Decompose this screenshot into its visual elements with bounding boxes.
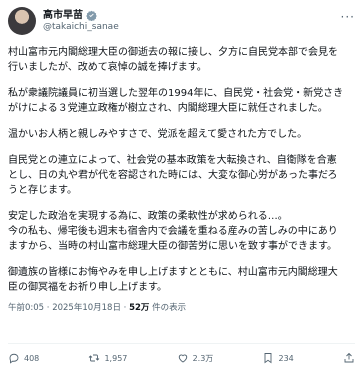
reply-button[interactable]: 408 bbox=[8, 352, 39, 364]
reply-icon bbox=[9, 353, 19, 364]
like-button[interactable]: 2.3万 bbox=[177, 352, 214, 364]
tweet-paragraph-3: 温かいお人柄と親しみやすさで、党派を超えて愛された方でした。 bbox=[8, 129, 308, 140]
tweet-card: 高市早苗 @takaichi_sanae ··· 村山富市元内閣総理大臣の御逝去… bbox=[0, 0, 363, 373]
share-icon[interactable] bbox=[343, 352, 355, 364]
bookmark-button[interactable]: 234 bbox=[262, 352, 294, 364]
tweet-paragraph-4: 自民党との連立によって、社会党の基本政策を大転換され、自衛隊を合憲 とし、日の丸… bbox=[8, 155, 338, 196]
like-count: 2.3万 bbox=[192, 353, 214, 363]
tweet-paragraph-6: 御遺族の皆様にお悔やみを申し上げますとともに、村山富市元内閣総理大 臣の御冥福を… bbox=[8, 267, 338, 293]
verified-badge-icon bbox=[86, 10, 97, 21]
bookmark-count: 234 bbox=[278, 353, 294, 363]
bookmark-icon bbox=[265, 353, 272, 364]
heart-icon bbox=[178, 354, 187, 363]
display-name[interactable]: 高市早苗 bbox=[43, 10, 83, 22]
name-row: 高市早苗 bbox=[43, 10, 119, 22]
tweet-paragraph-1: 村山富市元内閣総理大臣の御逝去の報に接し、夕方に自民党本部で会見を 行いましたが… bbox=[8, 47, 338, 73]
tweet-meta: 午前0:05 · 2025年10月18日 · 52万 件の表示 bbox=[8, 303, 355, 314]
repost-count: 1,957 bbox=[104, 353, 128, 363]
avatar[interactable] bbox=[8, 7, 36, 35]
views-label: 件の表示 bbox=[152, 303, 187, 313]
user-handle[interactable]: @takaichi_sanae bbox=[43, 22, 119, 33]
divider bbox=[8, 343, 355, 344]
tweet-time[interactable]: 午前0:05 bbox=[8, 303, 44, 313]
tweet-header: 高市早苗 @takaichi_sanae ··· bbox=[8, 6, 355, 36]
action-bar: 408 1,957 2.3万 234 bbox=[8, 350, 355, 366]
reply-count: 408 bbox=[24, 353, 40, 363]
tweet-paragraph-5: 安定した政治を実現する為に、政策の柔軟性が求められる…。 今の私も、帰宅後も週末… bbox=[8, 211, 338, 252]
user-info: 高市早苗 @takaichi_sanae bbox=[43, 10, 119, 33]
tweet-paragraph-2: 私が衆議院議員に初当選した翌年の1994年に、自民党・社会党・新党さき がけによ… bbox=[8, 88, 344, 114]
more-options-icon[interactable]: ··· bbox=[341, 10, 355, 24]
action-bar-right bbox=[343, 352, 355, 364]
tweet-text: 村山富市元内閣総理大臣の御逝去の報に接し、夕方に自民党本部で会見を 行いましたが… bbox=[8, 45, 355, 295]
tweet-date[interactable]: 2025年10月18日 bbox=[52, 303, 121, 313]
repost-button[interactable]: 1,957 bbox=[88, 352, 127, 364]
repost-icon bbox=[89, 354, 100, 362]
views-count: 52万 bbox=[129, 303, 150, 313]
